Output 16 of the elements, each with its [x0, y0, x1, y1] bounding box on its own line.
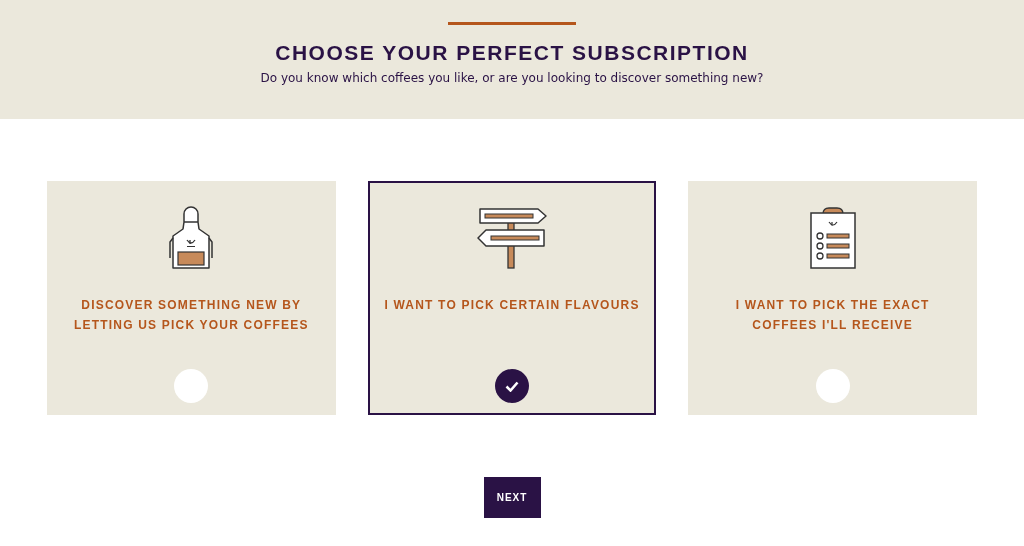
option-card[interactable]: I WANT TO PICK THE EXACT COFFEES I'LL RECEIVE [688, 181, 977, 415]
option-label: DISCOVER SOMETHING NEW BY LETTING US PICK YOUR COFFEES [72, 297, 310, 334]
option-label: I WANT TO PICK CERTAIN FLAVOURS [383, 297, 641, 314]
option-card[interactable]: I WANT TO PICK CERTAIN FLAVOURS [367, 181, 657, 415]
next-button[interactable]: NEXT [483, 477, 541, 518]
option-label: I WANT TO PICK THE EXACT COFFEES I'LL RECEIVE [734, 297, 931, 334]
apron-icon [169, 206, 214, 270]
page-subtitle: Do you know which coffees you like, or are you looking to discover something new? [260, 71, 764, 85]
checkmark-icon [505, 380, 519, 392]
radio-button[interactable] [495, 369, 529, 403]
option-card[interactable]: DISCOVER SOMETHING NEW BY LETTING US PICK YOUR COFFEES [47, 181, 336, 415]
radio-button[interactable] [815, 369, 850, 403]
page-title: CHOOSE YOUR PERFECT SUBSCRIPTION [275, 41, 749, 65]
clipboard-icon [808, 206, 857, 270]
signpost-icon [476, 206, 548, 270]
radio-button[interactable] [174, 369, 209, 403]
